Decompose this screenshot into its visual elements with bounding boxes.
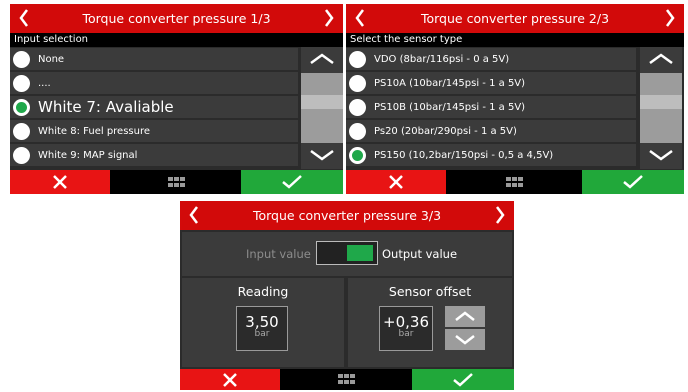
chevron-down-icon (455, 335, 475, 345)
page-title: Torque converter pressure 2/3 (420, 11, 610, 26)
option-label: PS150 (10,2bar/150psi - 0,5 a 4,5V) (374, 150, 554, 161)
prev-button[interactable] (12, 4, 36, 33)
chevron-down-icon (649, 149, 673, 161)
reading-panel: Reading 3,50 bar (182, 278, 344, 367)
cancel-button[interactable] (10, 170, 110, 194)
title-bar: Torque converter pressure 1/3 (10, 4, 343, 33)
radio-button-selected[interactable] (349, 147, 366, 164)
checkmark-icon (282, 175, 302, 189)
confirm-button[interactable] (412, 369, 514, 390)
chevron-up-icon (310, 53, 334, 65)
toggle-panel: Input value Output value (182, 232, 512, 276)
next-button[interactable] (317, 4, 341, 33)
title-bar: Torque converter pressure 2/3 (346, 4, 684, 33)
radio-button[interactable] (13, 51, 30, 68)
option-label: .... (38, 78, 51, 89)
grid-menu-icon[interactable] (168, 177, 186, 188)
scroll-thumb[interactable] (301, 95, 343, 109)
confirm-button[interactable] (241, 170, 343, 194)
radio-button[interactable] (349, 123, 366, 140)
toggle-knob (347, 245, 373, 261)
chevron-right-icon (666, 9, 675, 27)
offset-increase-button[interactable] (445, 306, 485, 327)
scroll-down-button[interactable] (301, 143, 343, 169)
close-icon (223, 373, 237, 387)
next-button[interactable] (488, 201, 512, 230)
page-title: Torque converter pressure 3/3 (252, 208, 442, 223)
grid-menu-icon[interactable] (338, 374, 356, 385)
list-item[interactable]: White 7: Avaliable (10, 95, 298, 118)
scroll-thumb[interactable] (640, 95, 682, 109)
list-item[interactable]: White 9: MAP signal (10, 143, 298, 166)
list-item[interactable]: Ps20 (20bar/290psi - 1 a 5V) (346, 119, 636, 142)
offset-label: Sensor offset (388, 284, 472, 299)
option-label: White 7: Avaliable (38, 98, 174, 116)
option-label: Ps20 (20bar/290psi - 1 a 5V) (374, 126, 517, 137)
next-button[interactable] (658, 4, 682, 33)
option-label: PS10A (10bar/145psi - 1 a 5V) (374, 78, 526, 89)
scroll-down-button[interactable] (640, 143, 682, 169)
list-item[interactable]: .... (10, 71, 298, 94)
cancel-button[interactable] (180, 369, 280, 390)
page-title: Torque converter pressure 1/3 (82, 11, 271, 26)
scroll-up-button[interactable] (640, 47, 682, 73)
prev-button[interactable] (182, 201, 206, 230)
close-icon (53, 175, 67, 189)
chevron-right-icon (325, 9, 334, 27)
chevron-up-icon (455, 311, 475, 321)
scroll-up-button[interactable] (301, 47, 343, 73)
offset-value-box: +0,36 bar (379, 306, 433, 351)
radio-button[interactable] (13, 123, 30, 140)
toggle-label-output: Output value (382, 247, 458, 261)
screen-input-selection: Torque converter pressure 1/3 Input sele… (10, 4, 343, 194)
checkmark-icon (453, 373, 473, 387)
list-item[interactable]: PS10B (10bar/145psi - 1 a 5V) (346, 95, 636, 118)
sensor-offset-panel: Sensor offset +0,36 bar (348, 278, 512, 367)
prev-button[interactable] (348, 4, 372, 33)
grid-menu-icon[interactable] (506, 177, 524, 188)
list-header: Select the sensor type (346, 33, 684, 47)
option-label: None (38, 54, 65, 65)
bottom-bar (180, 369, 514, 390)
list-item[interactable]: VDO (8bar/116psi - 0 a 5V) (346, 47, 636, 70)
radio-button[interactable] (349, 51, 366, 68)
option-label: VDO (8bar/116psi - 0 a 5V) (374, 54, 510, 65)
confirm-button[interactable] (582, 170, 684, 194)
option-label: White 9: MAP signal (38, 150, 138, 161)
input-output-toggle[interactable] (316, 241, 378, 265)
scrollbar[interactable] (301, 47, 343, 169)
chevron-left-icon (19, 9, 28, 27)
list-header: Input selection (10, 33, 343, 47)
radio-button[interactable] (349, 75, 366, 92)
checkmark-icon (623, 175, 643, 189)
option-label: White 8: Fuel pressure (38, 126, 151, 137)
offset-decrease-button[interactable] (445, 329, 485, 350)
radio-button[interactable] (13, 147, 30, 164)
chevron-up-icon (649, 53, 673, 65)
list-item[interactable]: White 8: Fuel pressure (10, 119, 298, 142)
list-item[interactable]: PS150 (10,2bar/150psi - 0,5 a 4,5V) (346, 143, 636, 166)
chevron-down-icon (310, 149, 334, 161)
list-item[interactable]: PS10A (10bar/145psi - 1 a 5V) (346, 71, 636, 94)
title-bar: Torque converter pressure 3/3 (180, 201, 514, 230)
reading-value-box: 3,50 bar (236, 306, 288, 351)
toggle-label-input: Input value (246, 247, 311, 261)
cancel-button[interactable] (346, 170, 446, 194)
screen-sensor-type: Torque converter pressure 2/3 Select the… (346, 4, 684, 194)
chevron-left-icon (355, 9, 364, 27)
bottom-bar (10, 170, 343, 194)
bottom-bar (346, 170, 684, 194)
list-item[interactable]: None (10, 47, 298, 70)
reading-label: Reading (237, 284, 289, 299)
screen-reading-offset: Torque converter pressure 3/3 Input valu… (180, 201, 514, 390)
chevron-left-icon (189, 206, 198, 224)
close-icon (389, 175, 403, 189)
chevron-right-icon (496, 206, 505, 224)
radio-button[interactable] (349, 99, 366, 116)
option-label: PS10B (10bar/145psi - 1 a 5V) (374, 102, 526, 113)
radio-button[interactable] (13, 75, 30, 92)
scrollbar[interactable] (640, 47, 682, 169)
radio-button-selected[interactable] (13, 99, 30, 116)
